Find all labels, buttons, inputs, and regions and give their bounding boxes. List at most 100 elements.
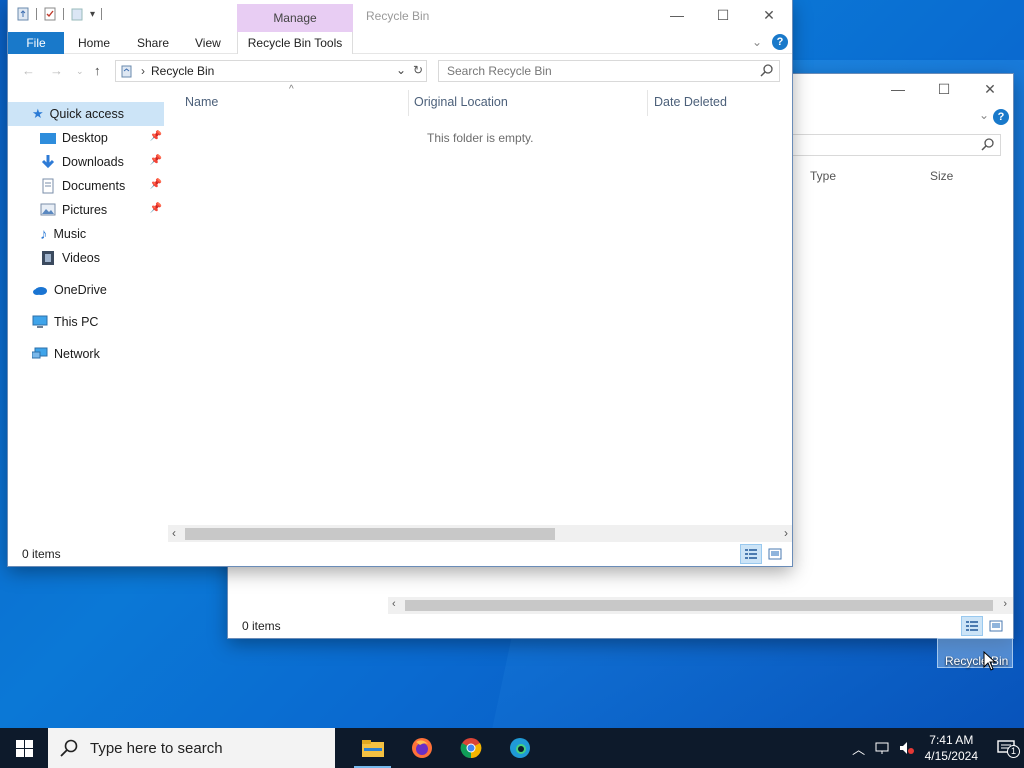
search-icon (981, 138, 994, 151)
start-button[interactable] (0, 728, 48, 768)
status-bar-text: 0 items (242, 619, 281, 633)
breadcrumb[interactable]: Recycle Bin (151, 64, 214, 78)
tab-view[interactable]: View (195, 32, 221, 54)
large-icons-view-button[interactable] (985, 616, 1007, 636)
navigation-bar: ← → ⌄ ↑ › Recycle Bin ⌄ ↻ Search Recycle… (8, 54, 792, 88)
pin-icon[interactable]: 📌 (150, 131, 162, 142)
minimize-button[interactable]: — (654, 0, 700, 30)
file-list[interactable]: Name ^ Original Location Date Deleted Th… (168, 84, 792, 542)
refresh-icon[interactable]: ↻ (413, 63, 423, 77)
tab-share[interactable]: Share (137, 32, 169, 54)
horizontal-scrollbar[interactable]: ‹ › (388, 597, 1013, 614)
search-icon (60, 739, 78, 757)
pin-icon[interactable]: 📌 (150, 155, 162, 166)
expand-ribbon-icon[interactable]: ⌄ (752, 35, 762, 49)
scroll-right-icon[interactable]: › (784, 526, 788, 540)
navigation-pane: ★ Quick access Desktop 📌 Downloads 📌 Doc… (8, 102, 164, 542)
sidebar-item-quick-access[interactable]: ★ Quick access (8, 102, 164, 126)
sidebar-item-label: Network (54, 347, 100, 361)
action-center-icon[interactable]: 1 (988, 740, 1024, 758)
title-bar[interactable]: ▾ Manage Recycle Bin — ☐ ✕ (8, 0, 792, 32)
taskbar-file-explorer[interactable] (348, 728, 397, 768)
taskbar-firefox[interactable] (397, 728, 446, 768)
scroll-thumb[interactable] (185, 528, 555, 540)
search-input[interactable] (791, 134, 1001, 156)
sidebar-item-label: Downloads (62, 155, 124, 169)
column-header-size[interactable]: Size (930, 169, 953, 183)
help-icon[interactable]: ? (772, 34, 788, 50)
sidebar-item-documents[interactable]: Documents 📌 (8, 174, 164, 198)
new-folder-icon[interactable] (70, 7, 84, 21)
pin-icon[interactable]: 📌 (150, 203, 162, 214)
sort-ascending-icon: ^ (289, 84, 294, 95)
sidebar-item-label: Music (53, 227, 87, 241)
sidebar-item-downloads[interactable]: Downloads 📌 (8, 150, 164, 174)
sidebar-item-desktop[interactable]: Desktop 📌 (8, 126, 164, 150)
desktop-recycle-bin-icon[interactable]: Recycle Bin (937, 638, 1013, 668)
taskbar-chrome[interactable] (446, 728, 495, 768)
customize-toolbar-icon[interactable]: ▾ (90, 9, 95, 20)
scroll-left-icon[interactable]: ‹ (392, 598, 396, 610)
sidebar-item-pictures[interactable]: Pictures 📌 (8, 198, 164, 222)
details-view-button[interactable] (740, 544, 762, 564)
large-icons-view-button[interactable] (764, 544, 786, 564)
horizontal-scrollbar[interactable]: ‹ › (168, 525, 792, 542)
taskbar-clock[interactable]: 7:41 AM 4/15/2024 (925, 732, 978, 764)
show-hidden-icons-chevron-icon[interactable]: ︿ (847, 739, 871, 758)
properties-icon[interactable] (43, 7, 57, 21)
tab-recycle-bin-tools[interactable]: Recycle Bin Tools (237, 32, 353, 54)
sidebar-item-label: Quick access (49, 107, 124, 121)
column-header-type[interactable]: Type (810, 169, 836, 183)
desktop-icon-label: Recycle Bin (945, 654, 1009, 668)
status-bar-text: 0 items (22, 547, 61, 561)
back-arrow-icon[interactable]: ← (22, 63, 35, 78)
volume-muted-icon[interactable] (895, 741, 919, 755)
details-view-button[interactable] (961, 616, 983, 636)
pin-icon[interactable]: 📌 (150, 179, 162, 190)
recent-locations-icon[interactable]: ⌄ (76, 66, 84, 77)
minimize-button[interactable]: — (875, 74, 921, 104)
sidebar-item-this-pc[interactable]: This PC (8, 310, 164, 334)
taskbar: Type here to search ︿ 7:41 AM 4/15/2024 … (0, 728, 1024, 768)
taskbar-search-box[interactable]: Type here to search (48, 728, 335, 768)
manage-context-tab[interactable]: Manage (237, 4, 353, 32)
scroll-thumb[interactable] (405, 600, 993, 611)
up-arrow-icon[interactable]: ↑ (94, 63, 101, 78)
close-button[interactable]: ✕ (746, 0, 792, 30)
forward-arrow-icon[interactable]: → (50, 63, 63, 78)
sidebar-item-label: Desktop (62, 131, 108, 145)
tab-file[interactable]: File (8, 32, 64, 54)
download-icon (41, 155, 55, 169)
maximize-button[interactable]: ☐ (700, 0, 746, 30)
clock-time: 7:41 AM (929, 733, 974, 747)
column-header-original-location[interactable]: Original Location (414, 95, 508, 109)
column-header-date-deleted[interactable]: Date Deleted (654, 95, 727, 109)
close-button[interactable]: ✕ (967, 74, 1013, 104)
address-bar[interactable]: › Recycle Bin ⌄ ↻ (115, 60, 427, 82)
chevron-down-icon[interactable]: ⌄ (979, 108, 989, 122)
address-dropdown-icon[interactable]: ⌄ (396, 63, 406, 77)
recycle-bin-icon (121, 65, 132, 77)
sidebar-item-onedrive[interactable]: OneDrive (8, 278, 164, 302)
tab-home[interactable]: Home (78, 32, 110, 54)
help-icon[interactable]: ? (993, 109, 1009, 125)
column-header-name[interactable]: Name (185, 95, 218, 109)
recycle-bin-icon[interactable] (16, 7, 30, 21)
recycle-bin-window[interactable]: ▾ Manage Recycle Bin — ☐ ✕ File Home Sha… (8, 0, 792, 566)
scroll-left-icon[interactable]: ‹ (172, 526, 176, 540)
sidebar-item-network[interactable]: Network (8, 342, 164, 366)
scroll-right-icon[interactable]: › (1003, 598, 1007, 610)
quick-access-toolbar: ▾ (16, 7, 103, 21)
breadcrumb-separator-icon[interactable]: › (141, 64, 145, 78)
document-icon (42, 178, 54, 194)
maximize-button[interactable]: ☐ (921, 74, 967, 104)
taskbar-search-placeholder: Type here to search (90, 739, 223, 757)
sidebar-item-videos[interactable]: Videos (8, 246, 164, 270)
sidebar-item-label: OneDrive (54, 283, 107, 297)
taskbar-edge[interactable] (495, 728, 544, 768)
search-input[interactable]: Search Recycle Bin (438, 60, 780, 82)
sidebar-item-music[interactable]: ♪ Music (8, 222, 164, 246)
network-status-icon[interactable] (871, 741, 895, 755)
music-icon: ♪ (40, 225, 48, 243)
chrome-icon (460, 738, 481, 759)
